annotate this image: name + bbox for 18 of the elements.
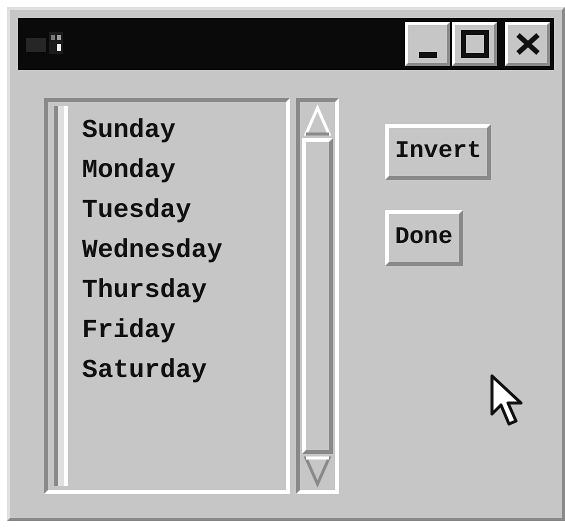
scroll-thumb[interactable] [302, 138, 333, 454]
scrollbar[interactable] [296, 98, 339, 494]
minimize-icon [418, 52, 436, 58]
list-item[interactable]: Thursday [82, 270, 222, 310]
minimize-button[interactable] [405, 22, 450, 66]
list-item[interactable]: Sunday [82, 110, 222, 150]
list-item[interactable]: Saturday [82, 350, 222, 390]
list-item[interactable]: Monday [82, 150, 222, 190]
dialog-button[interactable]: Invert [385, 124, 492, 180]
list-item[interactable]: Friday [82, 310, 222, 350]
day-list[interactable]: Sunday Monday Tuesday Wednesday Thursday Friday Saturday [44, 98, 290, 494]
close-button[interactable] [505, 22, 550, 66]
list-item[interactable]: Tuesday [82, 190, 222, 230]
dialog-button[interactable]: Done [385, 210, 463, 266]
maximize-button[interactable] [452, 22, 497, 66]
list-item[interactable]: Wednesday [82, 230, 222, 270]
maximize-icon [460, 30, 488, 58]
close-icon [514, 33, 540, 55]
